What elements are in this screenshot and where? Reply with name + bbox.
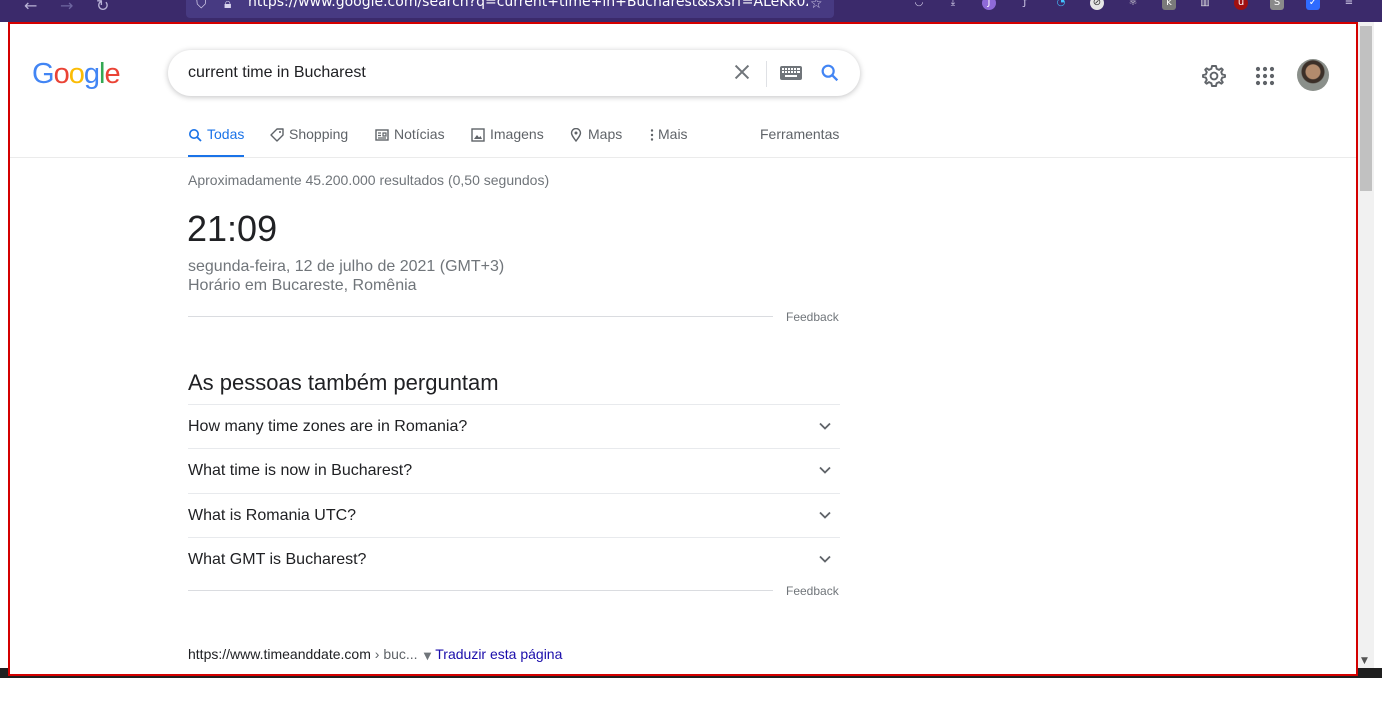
chevron-down-icon (819, 466, 831, 474)
logo-letter: o (68, 58, 85, 90)
result-cite[interactable]: https://www.timeanddate.com › buc... ▼ Tra… (188, 646, 562, 662)
ublock-icon[interactable]: u (1234, 0, 1248, 10)
menu-hamburger-icon[interactable]: ≡ (1342, 0, 1356, 10)
people-also-ask-title: As pessoas também perguntam (188, 370, 499, 395)
scrollbar-thumb[interactable] (1360, 26, 1372, 191)
feedback-link[interactable]: Feedback (786, 310, 839, 324)
lock-icon[interactable]: 🔒︎ (224, 0, 231, 12)
extension-k-icon[interactable]: k (1162, 0, 1176, 10)
tab-ferramentas[interactable]: Ferramentas (760, 126, 839, 158)
extension-q-icon[interactable]: ◔ (1054, 0, 1068, 10)
browser-toolbar: ← → ↻ ⛉ 🔒︎ https://www.google.com/search… (0, 0, 1382, 22)
tab-label: Todas (207, 126, 245, 142)
logo-letter: g (83, 58, 100, 90)
shield-icon[interactable]: ⛉ (196, 0, 207, 12)
tab-todas[interactable]: Todas (188, 126, 245, 158)
map-pin-icon (570, 128, 582, 142)
page-viewport: Google Todas (8, 22, 1358, 676)
react-devtools-icon[interactable]: ⚛ (1126, 0, 1140, 10)
tag-icon (270, 128, 284, 142)
scroll-down-arrow-icon[interactable]: ▼ (1361, 656, 1368, 666)
divider (188, 590, 773, 591)
pocket-icon[interactable]: ◡ (912, 0, 926, 10)
cite-breadcrumb: › buc... (370, 646, 418, 662)
tab-imagens[interactable]: Imagens (471, 126, 544, 158)
extension-columns-icon[interactable]: ▥ (1198, 0, 1212, 10)
extension-j-icon[interactable]: J (982, 0, 996, 10)
result-stats: Aproximadamente 45.200.000 resultados (0… (188, 172, 550, 188)
avatar[interactable] (1297, 59, 1329, 91)
forward-arrow-icon[interactable]: → (60, 0, 73, 14)
google-logo[interactable]: Google (32, 58, 121, 91)
question-item[interactable]: What time is now in Bucharest? (188, 448, 840, 492)
gear-icon[interactable] (1202, 64, 1226, 88)
translate-link[interactable]: Traduzir esta página (435, 646, 562, 662)
page-scrollbar[interactable]: ▼ (1358, 22, 1374, 668)
chevron-down-icon (819, 422, 831, 430)
question-text: What is Romania UTC? (188, 507, 357, 524)
question-item[interactable]: What GMT is Bucharest? (188, 537, 840, 581)
feedback-link[interactable]: Feedback (786, 584, 839, 598)
close-icon[interactable] (731, 61, 753, 83)
tab-label: Imagens (490, 126, 544, 142)
extension-f-icon[interactable]: ƒ (1018, 0, 1032, 10)
search-icon (189, 129, 202, 142)
caret-down-icon[interactable]: ▼ (424, 651, 432, 662)
extension-s-icon[interactable]: S (1270, 0, 1284, 10)
search-box[interactable] (168, 50, 860, 96)
search-divider (766, 61, 767, 87)
apps-grid-icon[interactable] (1254, 65, 1276, 87)
extension-block-icon[interactable]: ⊘ (1090, 0, 1104, 10)
extension-blue-icon[interactable]: ✓ (1306, 0, 1320, 10)
question-item[interactable]: What is Romania UTC? (188, 493, 840, 537)
tab-noticias[interactable]: Notícias (375, 126, 445, 158)
logo-letter: G (32, 58, 55, 90)
url-bar[interactable]: ⛉ 🔒︎ https://www.google.com/search?q=cur… (186, 0, 834, 18)
news-icon (375, 129, 389, 141)
image-icon (471, 128, 485, 142)
time-value: 21:09 (187, 208, 278, 249)
tabs-divider (10, 157, 1356, 158)
logo-letter: e (104, 58, 120, 90)
search-input[interactable] (188, 64, 728, 82)
tab-label: Maps (588, 126, 623, 142)
keyboard-icon[interactable] (780, 66, 802, 80)
logo-letter: o (53, 58, 70, 90)
chevron-down-icon (819, 555, 831, 563)
divider (188, 316, 773, 317)
chevron-down-icon (819, 511, 831, 519)
question-item[interactable]: How many time zones are in Romania? (188, 404, 840, 448)
question-text: How many time zones are in Romania? (188, 418, 468, 435)
reload-icon[interactable]: ↻ (96, 0, 109, 14)
time-date: segunda-feira, 12 de julho de 2021 (GMT+… (188, 258, 505, 275)
question-text: What GMT is Bucharest? (188, 551, 367, 568)
tab-label: Ferramentas (760, 126, 840, 142)
time-place: Horário em Bucareste, Romênia (188, 277, 417, 294)
tab-label: Notícias (394, 126, 445, 142)
tab-maps[interactable]: Maps (569, 126, 622, 158)
back-arrow-icon[interactable]: ← (24, 0, 37, 14)
url-text[interactable]: https://www.google.com/search?q=current+… (248, 0, 808, 10)
tab-mais[interactable]: Mais (648, 126, 688, 158)
bookmark-star-icon[interactable]: ☆ (810, 0, 823, 12)
cite-domain[interactable]: https://www.timeanddate.com (188, 646, 371, 662)
more-vert-icon (650, 129, 654, 141)
download-icon[interactable]: ⤓ (946, 0, 960, 10)
tab-shopping[interactable]: Shopping (270, 126, 348, 158)
tab-label: Mais (658, 126, 688, 142)
question-text: What time is now in Bucharest? (188, 462, 413, 479)
search-icon[interactable] (819, 62, 841, 84)
tab-label: Shopping (289, 126, 349, 142)
